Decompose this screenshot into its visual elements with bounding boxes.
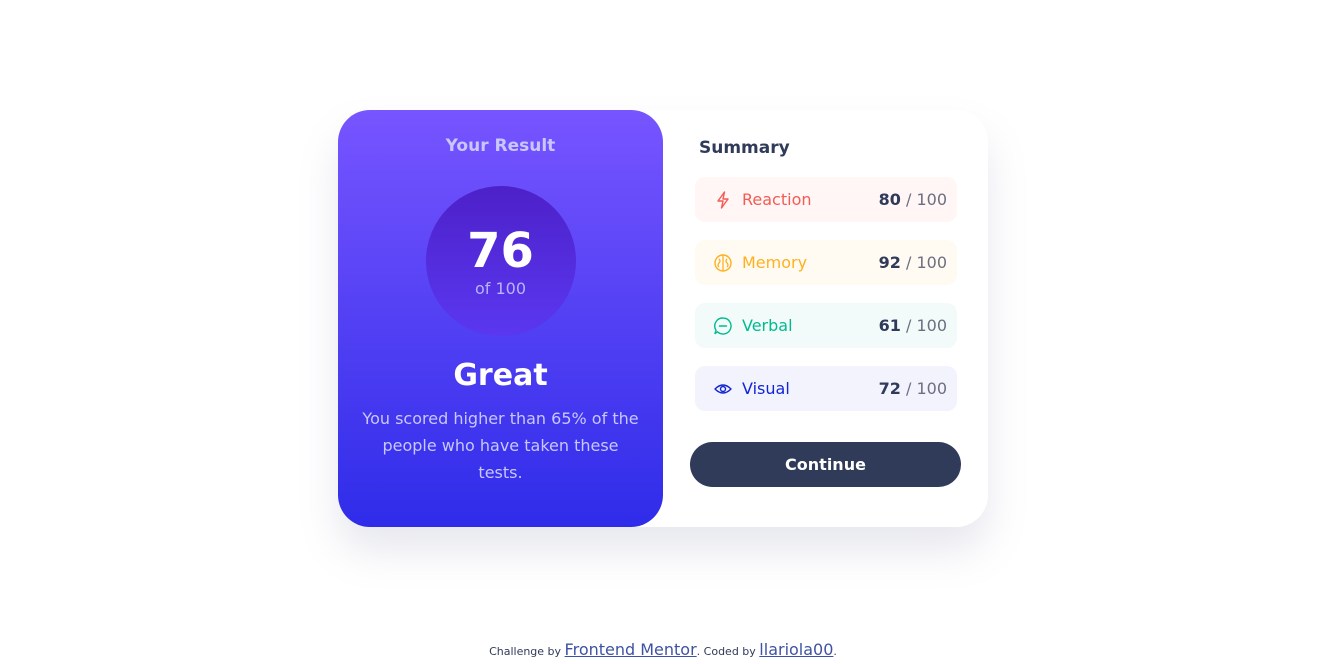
continue-button[interactable]: Continue: [690, 442, 961, 487]
score-circle: 76 of 100: [425, 186, 576, 336]
summary-row-memory: Memory 92 / 100: [695, 240, 957, 285]
chat-icon: [713, 316, 733, 336]
rating-description: You scored higher than 65% of the people…: [362, 409, 639, 482]
summary-row-verbal: Verbal 61 / 100: [695, 303, 957, 348]
row-label: Verbal: [742, 316, 793, 335]
score-value: 76: [467, 222, 534, 279]
row-score: 92: [878, 253, 901, 272]
summary-row-visual: Visual 72 / 100: [695, 366, 957, 411]
row-score: 80: [878, 190, 901, 209]
footer-attribution: Challenge by Frontend Mentor. Coded by l…: [0, 640, 1326, 659]
brain-icon: [713, 253, 733, 273]
score-of: of 100: [474, 278, 527, 298]
row-max: / 100: [905, 253, 947, 272]
lightning-icon: [713, 190, 733, 210]
footer-challenge-prefix: Challenge by: [489, 645, 562, 658]
rating-heading: Great: [453, 358, 548, 393]
eye-icon: [713, 379, 733, 399]
footer-coded-prefix: . Coded by: [696, 645, 756, 658]
frontend-mentor-link[interactable]: Frontend Mentor: [565, 640, 697, 659]
author-link[interactable]: llariola00: [759, 640, 833, 659]
row-label: Reaction: [742, 190, 812, 209]
result-panel: Your Result 76 of 100 Great You scored h…: [338, 110, 663, 527]
summary-panel: Summary Reaction 80 / 100 Memory 92 / 10…: [690, 136, 961, 487]
row-label: Memory: [742, 253, 808, 272]
row-max: / 100: [905, 379, 947, 398]
row-score: 61: [878, 316, 901, 335]
results-card: Your Result 76 of 100 Great You scored h…: [338, 110, 988, 527]
summary-row-reaction: Reaction 80 / 100: [695, 177, 957, 222]
summary-title: Summary: [699, 138, 790, 158]
footer-suffix: .: [833, 645, 837, 658]
row-max: / 100: [905, 190, 947, 209]
row-label: Visual: [742, 379, 790, 398]
result-title: Your Result: [445, 136, 556, 156]
row-max: / 100: [905, 316, 947, 335]
row-score: 72: [878, 379, 901, 398]
